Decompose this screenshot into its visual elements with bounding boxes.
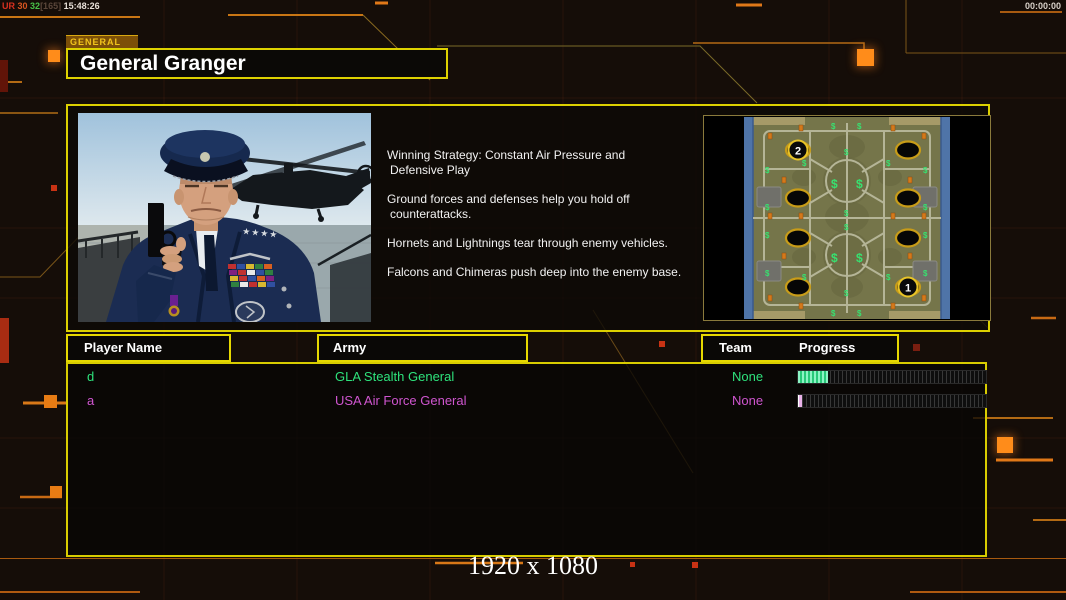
start-position-badge-1: 1 [899, 278, 918, 297]
load-progress-bar [798, 395, 986, 407]
debug-fps2: 32 [30, 1, 40, 11]
decor-square [857, 49, 874, 66]
player-army: USA Air Force General [335, 393, 467, 408]
header-label: Player Name [84, 340, 162, 355]
svg-text:$: $ [923, 231, 928, 240]
badge-2-label: 2 [795, 146, 801, 158]
svg-text:$: $ [844, 223, 849, 232]
debug-fps: 30 [18, 1, 28, 11]
svg-text:$: $ [765, 203, 770, 212]
decor-square [997, 437, 1013, 453]
svg-text:$: $ [886, 273, 891, 282]
header-label-progress: Progress [799, 336, 855, 360]
load-progress-bar [798, 371, 986, 383]
tab-general[interactable]: GENERAL [66, 35, 138, 49]
decor-square [51, 185, 57, 191]
svg-text:$: $ [923, 203, 928, 212]
decor-square [44, 395, 57, 408]
decor-square [659, 341, 665, 347]
strategy-line: Falcons and Chimeras push deep into the … [387, 265, 681, 279]
player-row: d GLA Stealth General None [68, 369, 985, 385]
svg-text:$: $ [844, 209, 849, 218]
strategy-line: counterattacks. [387, 207, 471, 221]
player-name: d [87, 369, 94, 384]
svg-text:$: $ [844, 148, 849, 157]
map-preview: $ $ $ $ $ $ $ $ $ $ $ $ $ $ $ $ $ $ $ $ $ $ $ $ 2 1 [703, 115, 991, 321]
column-header-team-progress: Team Progress [701, 334, 899, 362]
svg-text:$: $ [886, 159, 891, 168]
svg-text:$: $ [765, 269, 770, 278]
match-timer: 00:00:00 [1025, 1, 1061, 11]
decor-edge-strip [0, 318, 9, 363]
strategy-paragraph: Hornets and Lightnings tear through enem… [387, 236, 697, 251]
loading-screen: UR 30 32[165] 15:48:26 00:00:00 GENERAL … [0, 0, 1066, 600]
debug-clock: 15:48:26 [64, 1, 100, 11]
svg-text:$: $ [856, 177, 863, 191]
decor-square [50, 486, 62, 498]
load-progress-fill [798, 395, 802, 407]
debug-bracket: [165] [40, 1, 61, 11]
general-portrait: ★★★★ [78, 113, 371, 322]
player-name: a [87, 393, 94, 408]
page-title: General Granger [80, 52, 246, 75]
load-progress-fill [798, 371, 828, 383]
player-team: None [732, 369, 763, 384]
strategy-text: Winning Strategy: Constant Air Pressure … [387, 148, 697, 294]
strategy-line: Defensive Play [387, 163, 470, 177]
column-header-army: Army [317, 334, 528, 362]
decor-square [913, 344, 920, 351]
svg-text:$: $ [802, 159, 807, 168]
player-army: GLA Stealth General [335, 369, 454, 384]
strategy-paragraph: Falcons and Chimeras push deep into the … [387, 265, 697, 280]
strategy-line: Ground forces and defenses help you hold… [387, 192, 630, 206]
decor-edge-strip [0, 60, 8, 92]
map-preview-image: $ $ $ $ $ $ $ $ $ $ $ $ $ $ $ $ $ $ $ $ $ $ $ $ 2 1 [744, 117, 950, 319]
svg-text:$: $ [923, 269, 928, 278]
svg-text:$: $ [857, 122, 862, 131]
column-header-player-name: Player Name [66, 334, 231, 362]
strategy-line: Hornets and Lightnings tear through enem… [387, 236, 668, 250]
strategy-paragraph: Ground forces and defenses help you hold… [387, 192, 697, 222]
svg-text:$: $ [857, 309, 862, 318]
svg-text:$: $ [765, 166, 770, 175]
strategy-line: Winning Strategy: Constant Air Pressure … [387, 148, 625, 162]
svg-text:$: $ [856, 251, 863, 265]
player-list-panel: d GLA Stealth General None a USA Air For… [66, 362, 987, 557]
debug-overlay: UR 30 32[165] 15:48:26 [2, 1, 100, 11]
general-title-box: General Granger [66, 48, 448, 79]
badge-1-label: 1 [905, 283, 911, 295]
start-position-badge-2: 2 [789, 141, 808, 160]
resolution-label: 1920 x 1080 [0, 551, 1066, 581]
player-team: None [732, 393, 763, 408]
svg-text:$: $ [831, 177, 838, 191]
header-label: Army [333, 340, 366, 355]
svg-text:$: $ [831, 309, 836, 318]
svg-text:$: $ [831, 122, 836, 131]
header-label-team: Team [719, 336, 752, 360]
player-row: a USA Air Force General None [68, 393, 985, 409]
svg-text:$: $ [844, 289, 849, 298]
strategy-paragraph: Winning Strategy: Constant Air Pressure … [387, 148, 697, 178]
svg-text:$: $ [765, 231, 770, 240]
svg-text:$: $ [923, 166, 928, 175]
decor-square [48, 50, 60, 62]
debug-ur: UR [2, 1, 15, 11]
svg-text:$: $ [802, 273, 807, 282]
svg-text:$: $ [831, 251, 838, 265]
